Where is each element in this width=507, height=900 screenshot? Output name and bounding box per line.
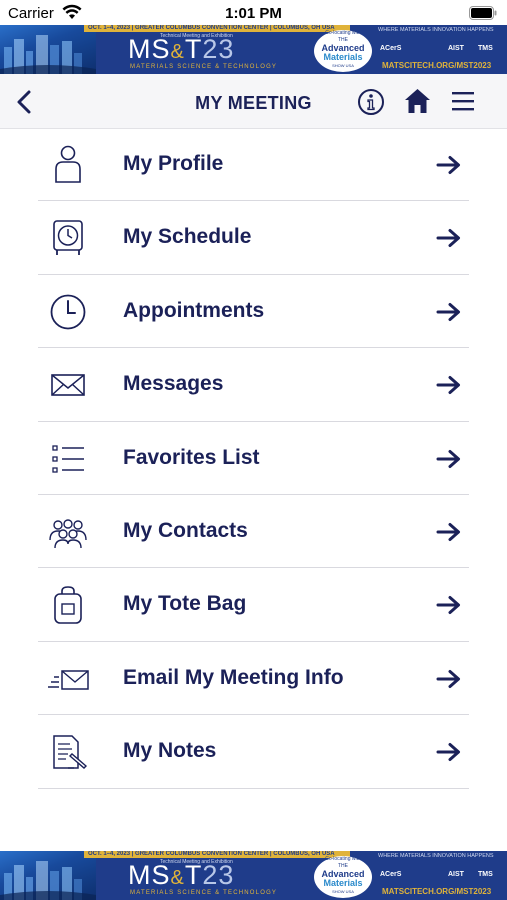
- menu-item-my-tote-bag[interactable]: My Tote Bag: [0, 568, 507, 642]
- person-icon: [55, 145, 81, 183]
- sponsor-logos: ACerS AIST TMS: [380, 45, 493, 52]
- menu-item-label: My Tote Bag: [123, 592, 247, 616]
- sponsor-banner-top[interactable]: OCT. 1–4, 2023 | GREATER COLUMBUS CONVEN…: [0, 25, 507, 74]
- arrow-right-icon: [436, 376, 460, 395]
- menu-item-messages[interactable]: Messages: [0, 348, 507, 422]
- people-group-icon: [49, 519, 87, 548]
- home-icon[interactable]: [404, 88, 431, 114]
- menu-item-my-notes[interactable]: My Notes: [0, 715, 507, 789]
- checklist-icon: [52, 444, 84, 473]
- banner-tagline: WHERE MATERIALS INNOVATION HAPPENS: [378, 27, 494, 33]
- menu-item-label: My Notes: [123, 739, 217, 763]
- arrow-right-icon: [436, 522, 460, 541]
- banner-url: MATSCITECH.ORG/MST2023: [382, 887, 492, 896]
- menu-item-label: My Profile: [123, 152, 224, 175]
- menu-item-label: My Schedule: [123, 225, 252, 249]
- menu-item-my-contacts[interactable]: My Contacts: [0, 495, 507, 569]
- logo-subtitle: MATERIALS SCIENCE & TECHNOLOGY: [130, 890, 278, 896]
- menu-item-label: Messages: [123, 372, 224, 396]
- logo-subtitle: MATERIALS SCIENCE & TECHNOLOGY: [130, 64, 278, 70]
- menu-item-email-my-meeting-info[interactable]: Email My Meeting Info: [0, 642, 507, 716]
- menu-item-label: Favorites List: [123, 445, 260, 469]
- advanced-materials-show-badge: Co-locating with THE Advanced Materials …: [308, 853, 378, 899]
- alarm-clock-icon: [53, 220, 83, 256]
- menu-item-label: Appointments: [123, 298, 265, 322]
- send-mail-icon: [48, 669, 89, 690]
- clock-icon: [50, 294, 86, 330]
- arrow-right-icon: [436, 449, 460, 468]
- city-skyline-image: [0, 851, 96, 900]
- city-skyline-image: [0, 25, 96, 74]
- hamburger-menu-icon[interactable]: [451, 90, 475, 112]
- notes-icon: [53, 735, 88, 770]
- menu-item-label: My Contacts: [123, 518, 248, 542]
- arrow-right-icon: [436, 302, 460, 321]
- sponsor-logos: ACerS AIST TMS: [380, 871, 493, 878]
- tote-bag-icon: [54, 586, 82, 625]
- menu-item-label: Email My Meeting Info: [123, 665, 344, 689]
- envelope-icon: [51, 374, 85, 396]
- navigation-bar: MY MEETING: [0, 74, 507, 129]
- menu-item-my-profile[interactable]: My Profile: [0, 128, 507, 202]
- clock-time: 1:01 PM: [225, 5, 282, 22]
- arrow-right-icon: [436, 743, 460, 762]
- arrow-right-icon: [436, 596, 460, 615]
- my-meeting-menu: My Profile My Schedule Appointments Mess…: [0, 128, 507, 789]
- divider: [38, 787, 469, 789]
- sponsor-banner-bottom[interactable]: OCT. 1–4, 2023 | GREATER COLUMBUS CONVEN…: [0, 851, 507, 900]
- advanced-materials-show-badge: Co-locating with THE Advanced Materials …: [308, 27, 378, 73]
- menu-item-favorites-list[interactable]: Favorites List: [0, 422, 507, 495]
- menu-item-my-schedule[interactable]: My Schedule: [0, 201, 507, 275]
- banner-tagline: WHERE MATERIALS INNOVATION HAPPENS: [378, 853, 494, 859]
- mst23-logo: MS&T23: [128, 860, 235, 890]
- mst23-logo: MS&T23: [128, 34, 235, 64]
- banner-url: MATSCITECH.ORG/MST2023: [382, 61, 492, 70]
- info-icon[interactable]: [357, 88, 385, 116]
- arrow-right-icon: [436, 229, 460, 248]
- menu-item-appointments[interactable]: Appointments: [0, 275, 507, 349]
- event-dates: OCT. 1–4, 2023 | GREATER COLUMBUS CONVEN…: [88, 851, 335, 857]
- arrow-right-icon: [436, 156, 460, 174]
- event-dates: OCT. 1–4, 2023 | GREATER COLUMBUS CONVEN…: [88, 25, 335, 31]
- battery-icon: [469, 6, 497, 20]
- arrow-right-icon: [436, 669, 460, 688]
- status-bar: Carrier 1:01 PM: [0, 0, 507, 26]
